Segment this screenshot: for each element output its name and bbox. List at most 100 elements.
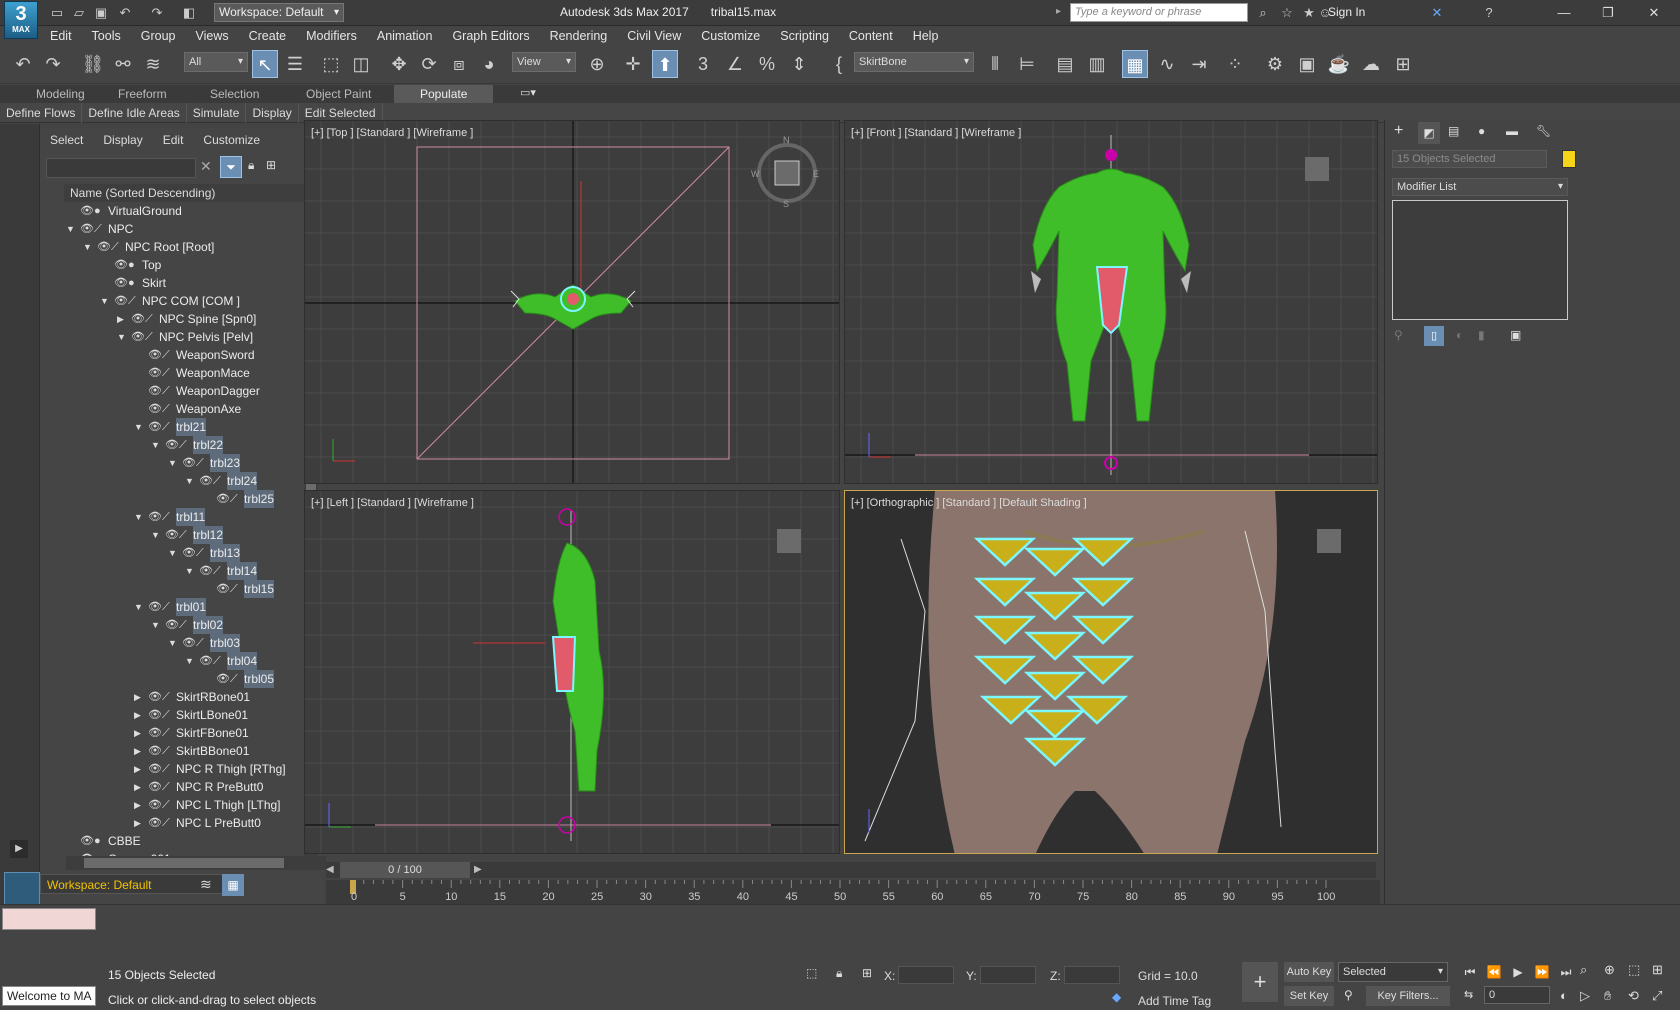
object-color-swatch[interactable]	[1562, 150, 1576, 168]
menu-help[interactable]: Help	[903, 26, 949, 46]
collapse-arrow-icon[interactable]: ▼	[83, 238, 92, 256]
tree-row[interactable]: 👁︎ ⟋ WeaponMace	[64, 364, 326, 382]
lock-icon[interactable]: 🔒︎	[248, 158, 254, 173]
tree-row[interactable]: ▶ 👁︎ ⟋ NPC L PreButt0	[64, 814, 326, 832]
zoom-extents-icon[interactable]: ⬚	[1628, 962, 1640, 978]
visibility-eye-icon[interactable]: 👁︎	[148, 688, 162, 706]
visibility-eye-icon[interactable]: 👁︎	[148, 382, 162, 400]
favorites-icon[interactable]: ☆	[1278, 4, 1296, 22]
unlink-icon[interactable]: ⚯	[110, 50, 136, 78]
rotate-icon[interactable]: ⟳	[416, 50, 442, 78]
tree-row[interactable]: ▶ 👁︎ ⟋ SkirtBBone01	[64, 742, 326, 760]
collapse-arrow-icon[interactable]: ▼	[66, 220, 75, 238]
visibility-eye-icon[interactable]: 👁︎	[216, 670, 230, 688]
pivot-center-icon[interactable]: ⊕	[584, 50, 610, 78]
window-crossing-icon[interactable]: ◫	[348, 50, 374, 78]
material-editor-icon[interactable]: ⁘	[1222, 50, 1248, 78]
hierarchy-icon[interactable]: ⊞	[266, 158, 276, 172]
visibility-eye-icon[interactable]: 👁︎	[182, 544, 196, 562]
visibility-eye-icon[interactable]: 👁︎	[165, 616, 179, 634]
search-input[interactable]: Type a keyword or phrase	[1070, 3, 1248, 22]
viewport-front-label[interactable]: [+] [Front ] [Standard ] [Wireframe ]	[851, 127, 1021, 139]
visibility-eye-icon[interactable]: 👁︎	[80, 832, 94, 850]
time-slider-track[interactable]	[326, 862, 1376, 878]
maxscript-listener[interactable]	[2, 908, 96, 930]
tree-row[interactable]: 👁︎ ● Top	[64, 256, 326, 274]
menu-edit[interactable]: Edit	[40, 26, 82, 46]
set-key-button[interactable]: Set Key	[1284, 986, 1334, 1006]
expand-arrow-icon[interactable]: ▸	[1056, 6, 1061, 17]
remove-modifier-icon[interactable]: ▮	[1478, 328, 1485, 342]
visibility-eye-icon[interactable]: 👁︎	[199, 562, 213, 580]
visibility-eye-icon[interactable]: 👁︎	[148, 418, 162, 436]
z-coordinate-field[interactable]	[1064, 966, 1120, 984]
collapse-arrow-icon[interactable]: ▼	[168, 454, 177, 472]
menu-graph-editors[interactable]: Graph Editors	[442, 26, 539, 46]
timeline-ruler[interactable]: 0 5 10 15 20 25 30 35 40 45 50 55 60 65 70 75 80 85 90 95 10…	[326, 880, 1380, 904]
selection-lock-icon[interactable]: 🔒︎	[836, 966, 842, 981]
x-coordinate-field[interactable]	[898, 966, 954, 984]
next-frame-icon[interactable]: ⏩	[1532, 962, 1552, 982]
tree-row[interactable]: ▼ 👁︎ ⟋ trbl03	[64, 634, 326, 652]
visibility-eye-icon[interactable]: 👁︎	[148, 778, 162, 796]
visibility-eye-icon[interactable]: 👁︎	[148, 706, 162, 724]
close-button[interactable]: ✕	[1632, 2, 1676, 24]
expand-arrow-icon[interactable]: ▶	[134, 814, 141, 832]
ribbon-options-icon[interactable]: ▭▾	[520, 86, 536, 99]
percent-snap-icon[interactable]: %	[754, 50, 780, 78]
viewport-ortho-label[interactable]: [+] [Orthographic ] [Standard ] [Default…	[851, 497, 1087, 509]
collapse-arrow-icon[interactable]: ▼	[185, 562, 194, 580]
menu-customize[interactable]: Customize	[691, 26, 770, 46]
collapse-arrow-icon[interactable]: ▼	[134, 418, 143, 436]
play-icon[interactable]: ▶	[1508, 962, 1528, 982]
viewport-top[interactable]: N S W E [+] [Top ] [Standard ] [Wirefram…	[304, 120, 840, 484]
modify-tab-icon[interactable]: ◩	[1418, 122, 1440, 144]
time-slider-right-icon[interactable]: ▶	[474, 864, 482, 875]
render-production-icon[interactable]: ☕	[1326, 50, 1352, 78]
tree-row[interactable]: ▶ 👁︎ ⟋ NPC R Thigh [RThg]	[64, 760, 326, 778]
visibility-eye-icon[interactable]: 👁︎	[148, 760, 162, 778]
render-setup-icon[interactable]: ⚙	[1262, 50, 1288, 78]
expand-arrow-icon[interactable]: ▶	[134, 760, 141, 778]
save-file-icon[interactable]: ▣	[92, 4, 110, 22]
zoom-icon[interactable]: ⌕	[1580, 962, 1587, 978]
expand-arrow-icon[interactable]: ▶	[134, 742, 141, 760]
tree-row[interactable]: 👁︎ ⟋ trbl25	[64, 490, 326, 508]
workspace-dropdown[interactable]: Workspace: Default	[214, 3, 344, 22]
visibility-eye-icon[interactable]: 👁︎	[148, 598, 162, 616]
manipulate-icon[interactable]: ✛	[620, 50, 646, 78]
visibility-eye-icon[interactable]: 👁︎	[148, 814, 162, 832]
menu-tools[interactable]: Tools	[82, 26, 131, 46]
exchange-icon[interactable]: ✕	[1428, 4, 1446, 22]
filter-toggle-icon[interactable]: ⏷	[220, 156, 242, 178]
visibility-eye-icon[interactable]: 👁︎	[80, 220, 94, 238]
visibility-eye-icon[interactable]: 👁︎	[216, 490, 230, 508]
undo-icon[interactable]: ↶	[10, 50, 36, 78]
visibility-eye-icon[interactable]: 👁︎	[165, 436, 179, 454]
tree-row[interactable]: ▼ 👁︎ ⟋ trbl22	[64, 436, 326, 454]
redo-icon[interactable]: ↷	[148, 4, 166, 22]
tree-row[interactable]: ▼ 👁︎ ⟋ NPC Root [Root]	[64, 238, 326, 256]
hierarchy-tab-icon[interactable]: ▤	[1448, 124, 1459, 138]
time-config-icon[interactable]: ◐	[1560, 988, 1568, 1003]
expand-arrow-icon[interactable]: ▶	[134, 688, 141, 706]
snaps-toggle-icon[interactable]: 3	[690, 50, 716, 78]
spinner-snap-icon[interactable]: ⇕	[786, 50, 812, 78]
tree-row[interactable]: 👁︎ ● VirtualGround	[64, 202, 326, 220]
tree-row[interactable]: ▶ 👁︎ ⟋ NPC R PreButt0	[64, 778, 326, 796]
open-file-icon[interactable]: ▱	[70, 4, 88, 22]
visibility-eye-icon[interactable]: 👁︎	[131, 310, 145, 328]
select-by-name-icon[interactable]: ☰	[282, 50, 308, 78]
maxscript-mini-listener[interactable]: Welcome to MA	[2, 986, 96, 1006]
rendered-frame-icon[interactable]: ▣	[1294, 50, 1320, 78]
layer-explorer-icon[interactable]: ▤	[1052, 50, 1078, 78]
collapse-arrow-icon[interactable]: ▼	[134, 508, 143, 526]
absolute-mode-icon[interactable]: ⊞	[862, 966, 872, 980]
modifier-list-dropdown[interactable]: Modifier List	[1392, 178, 1568, 196]
binoculars-icon[interactable]: ⌕	[1254, 4, 1272, 22]
viewport-front[interactable]: [+] [Front ] [Standard ] [Wireframe ]	[844, 120, 1378, 484]
collapse-arrow-icon[interactable]: ▼	[185, 652, 194, 670]
ribbon-tab-freeform[interactable]: Freeform	[118, 85, 167, 103]
pin-stack-icon[interactable]: ⚲	[1394, 328, 1403, 342]
ribbon-tab-selection[interactable]: Selection	[210, 85, 259, 103]
